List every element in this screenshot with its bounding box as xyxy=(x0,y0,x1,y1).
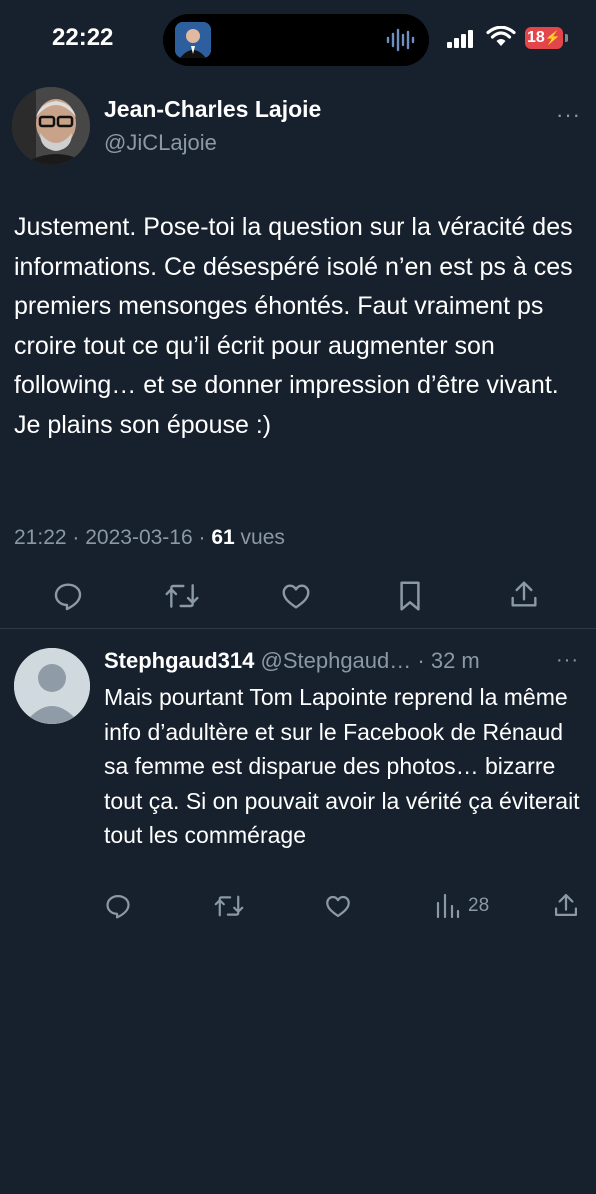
views-label: vues xyxy=(240,526,285,549)
reply-author-handle[interactable]: @Stephgaud… xyxy=(261,648,412,673)
reply-views-button[interactable]: 28 xyxy=(436,893,489,919)
status-bar: 22:22 18⚡ xyxy=(0,0,596,80)
reply-age: · 32 m xyxy=(417,648,480,673)
author-handle[interactable]: @JiCLajoie xyxy=(104,130,217,156)
like-button[interactable] xyxy=(280,580,312,612)
reply-reply-button[interactable] xyxy=(104,892,132,920)
dynamic-island[interactable] xyxy=(163,14,429,66)
battery-level: 18 xyxy=(527,29,545,46)
reply-views-count: 28 xyxy=(468,895,490,916)
meta-separator: · xyxy=(66,526,86,549)
tweet-date: 2023-03-16 xyxy=(85,526,193,549)
divider xyxy=(0,628,596,629)
meta-separator: · xyxy=(192,526,212,549)
audio-wave-icon xyxy=(386,28,415,52)
tweet-text: Justement. Pose-toi la question sur la v… xyxy=(14,213,573,439)
retweet-icon xyxy=(165,584,199,608)
cellular-signal-icon xyxy=(447,30,473,48)
reply-header: Stephgaud314 @Stephgaud… · 32 m xyxy=(104,648,480,674)
share-icon xyxy=(554,893,578,917)
author-avatar[interactable] xyxy=(12,87,90,165)
like-icon xyxy=(282,584,310,609)
bookmark-icon xyxy=(400,581,420,611)
like-icon xyxy=(326,895,350,918)
share-icon xyxy=(511,581,537,607)
author-name[interactable]: Jean-Charles Lajoie xyxy=(104,96,321,123)
tweet-meta: 21:22 · 2023-03-16 · 61 vues xyxy=(14,526,285,550)
tweet-time: 21:22 xyxy=(14,526,67,549)
island-avatar xyxy=(175,22,211,58)
charging-bolt-icon: ⚡ xyxy=(544,30,561,45)
reply-share-button[interactable] xyxy=(552,891,580,919)
reply-author-avatar[interactable] xyxy=(14,648,90,724)
wifi-icon xyxy=(486,26,516,46)
retweet-icon xyxy=(214,895,244,917)
reply-like-button[interactable] xyxy=(324,892,352,920)
bookmark-button[interactable] xyxy=(396,579,424,613)
battery-nub xyxy=(565,34,568,42)
reply-more-options-icon[interactable]: ··· xyxy=(556,649,579,672)
reply-button[interactable] xyxy=(52,580,84,612)
views-count: 61 xyxy=(211,526,235,549)
reply-author-name[interactable]: Stephgaud314 xyxy=(104,648,254,673)
reply-icon xyxy=(106,894,130,919)
battery-indicator: 18⚡ xyxy=(525,27,563,49)
views-chart-icon xyxy=(436,893,460,919)
reply-icon xyxy=(54,583,82,611)
status-time: 22:22 xyxy=(52,24,114,51)
reply-retweet-button[interactable] xyxy=(214,892,244,920)
reply-text: Mais pourtant Tom Lapointe reprend la mê… xyxy=(104,684,580,848)
share-button[interactable] xyxy=(508,578,540,610)
more-options-icon[interactable]: ··· xyxy=(556,102,581,128)
retweet-button[interactable] xyxy=(164,580,200,612)
